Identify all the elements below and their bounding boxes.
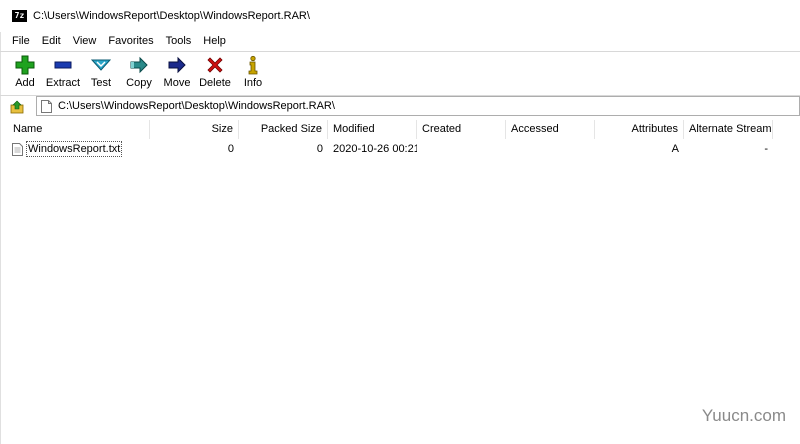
column-attributes[interactable]: Attributes [595, 120, 684, 139]
add-label: Add [15, 77, 35, 89]
column-headers: Name Size Packed Size Modified Created A… [8, 120, 800, 139]
menu-edit[interactable]: Edit [36, 32, 67, 50]
file-attributes: A [671, 143, 679, 155]
file-name-cell: WindowsReport.txt [8, 140, 150, 158]
menu-help[interactable]: Help [197, 32, 232, 50]
add-icon [15, 55, 35, 75]
move-icon [168, 56, 186, 74]
menu-favorites[interactable]: Favorites [102, 32, 159, 50]
file-row[interactable]: WindowsReport.txt 0 0 2020-10-26 00:21 A… [8, 140, 800, 158]
delete-button[interactable]: Delete [196, 52, 234, 94]
test-button[interactable]: Test [82, 52, 120, 94]
column-accessed[interactable]: Accessed [506, 120, 595, 139]
folder-up-icon[interactable] [10, 100, 24, 114]
7zip-app-icon: 7z [12, 10, 27, 22]
extract-label: Extract [45, 77, 81, 89]
window-title: C:\Users\WindowsReport\Desktop\WindowsRe… [33, 10, 310, 22]
add-button[interactable]: Add [6, 52, 44, 94]
toolbar: Add Extract Test Copy Move Delete Info [6, 52, 272, 94]
info-label: Info [243, 77, 263, 89]
file-name: WindowsReport.txt [26, 141, 123, 157]
file-packed-size: 0 [316, 143, 323, 155]
text-file-icon [12, 142, 23, 156]
extract-button[interactable]: Extract [44, 52, 82, 94]
test-label: Test [90, 77, 112, 89]
column-modified[interactable]: Modified [328, 120, 417, 139]
file-icon [41, 99, 52, 113]
address-bar: C:\Users\WindowsReport\Desktop\WindowsRe… [0, 96, 800, 118]
column-created[interactable]: Created [417, 120, 506, 139]
copy-icon [130, 56, 148, 74]
copy-label: Copy [126, 77, 152, 89]
address-field[interactable]: C:\Users\WindowsReport\Desktop\WindowsRe… [36, 96, 800, 116]
menu-tools[interactable]: Tools [160, 32, 198, 50]
file-size: 0 [227, 143, 234, 155]
delete-icon [207, 57, 223, 73]
file-accessed [506, 140, 595, 158]
copy-button[interactable]: Copy [120, 52, 158, 94]
menu-bar: File Edit View Favorites Tools Help [0, 32, 800, 50]
address-path: C:\Users\WindowsReport\Desktop\WindowsRe… [58, 100, 335, 112]
info-button[interactable]: Info [234, 52, 272, 94]
column-packed-size[interactable]: Packed Size [239, 120, 328, 139]
info-icon [248, 55, 258, 75]
delete-label: Delete [199, 77, 231, 89]
test-icon [91, 59, 111, 71]
file-created [417, 140, 506, 158]
extract-icon [54, 61, 72, 69]
menu-file[interactable]: File [0, 32, 36, 50]
column-name[interactable]: Name [8, 120, 150, 139]
menu-view[interactable]: View [67, 32, 103, 50]
title-bar: 7z C:\Users\WindowsReport\Desktop\Window… [0, 0, 800, 32]
move-button[interactable]: Move [158, 52, 196, 94]
window-left-border [0, 0, 1, 444]
move-label: Move [163, 77, 191, 89]
file-alternate-stream: - [764, 143, 768, 155]
column-alternate-stream[interactable]: Alternate Stream [684, 120, 773, 139]
watermark-text: Yuucn.com [701, 406, 786, 425]
file-modified: 2020-10-26 00:21 [333, 143, 417, 155]
column-size[interactable]: Size [150, 120, 239, 139]
